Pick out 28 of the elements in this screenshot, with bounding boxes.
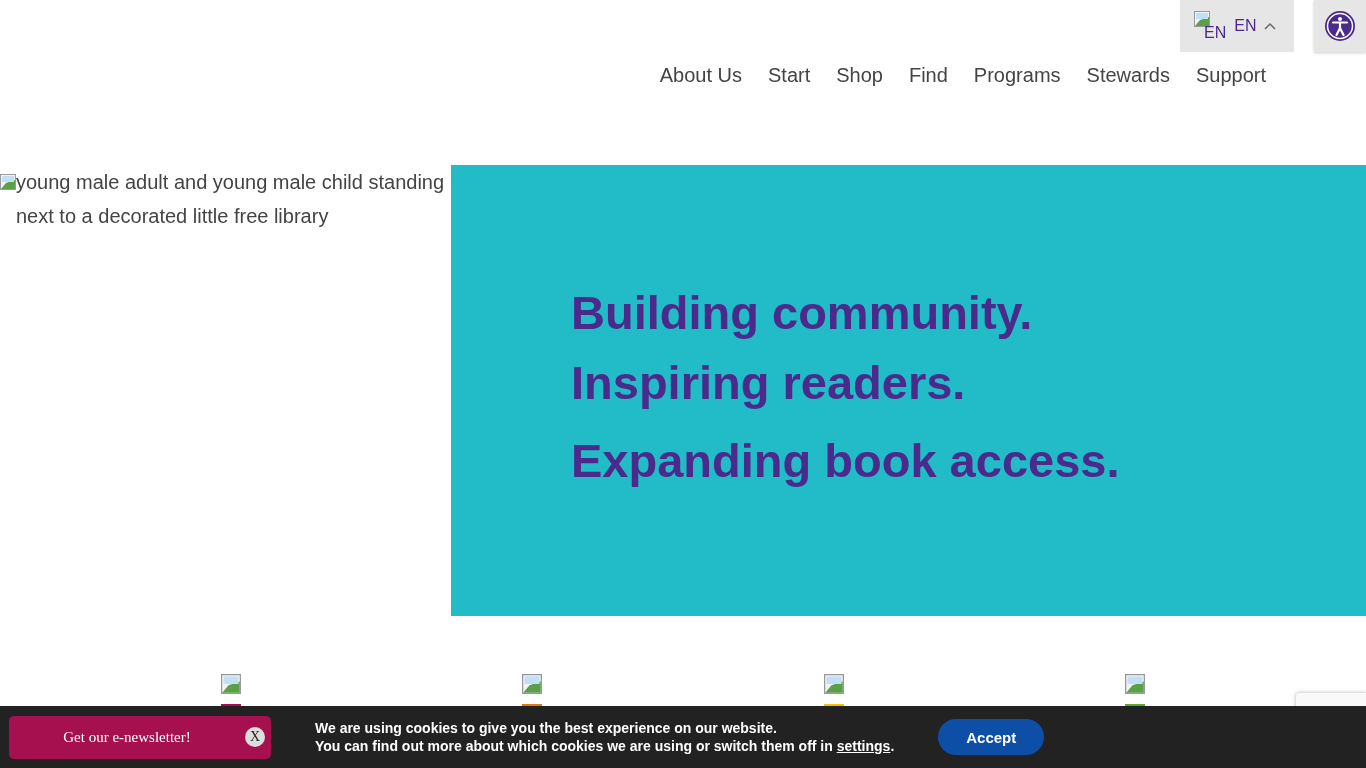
newsletter-button[interactable]: Get our e-newsletter! X	[9, 715, 271, 759]
close-button[interactable]: X	[245, 727, 265, 747]
accessibility-icon	[1324, 10, 1356, 42]
nav-link[interactable]: Find	[908, 64, 948, 87]
broken-image-icon	[220, 674, 241, 694]
language-button[interactable]: EN EN	[1180, 0, 1294, 52]
accept-button[interactable]: Accept	[938, 719, 1045, 755]
settings-link[interactable]: settings	[836, 738, 891, 754]
nav-link[interactable]: Start	[768, 64, 811, 87]
newsletter-label[interactable]: Get our e-newsletter!	[9, 728, 245, 746]
accessibility-button[interactable]	[1314, 0, 1366, 52]
broken-image-icon	[1194, 11, 1210, 27]
cookie-message: We are using cookies to give you the best experience on our website.	[315, 719, 778, 737]
nav-link[interactable]: Stewards	[1086, 64, 1170, 87]
headline: Building community.	[571, 285, 1034, 341]
headline: Expanding book access.	[571, 433, 1121, 489]
nav-link[interactable]: Programs	[973, 64, 1061, 87]
nav-link[interactable]: Support	[1195, 64, 1266, 87]
image-alt-text: young male adult and young male child standing next to a decorated little free library	[16, 170, 446, 229]
nav-link[interactable]: Shop	[836, 64, 883, 87]
broken-image-icon	[0, 174, 16, 190]
broken-image-icon	[522, 674, 543, 694]
nav-link[interactable]: About Us	[659, 64, 742, 87]
flag-alt-text: EN	[1204, 25, 1227, 41]
broken-image-icon	[1125, 674, 1146, 694]
cookie-message: You can find out more about which cookies we are using or switch them off in settings.	[315, 737, 895, 755]
broken-image-icon	[823, 674, 844, 694]
headline: Inspiring readers.	[571, 355, 967, 411]
